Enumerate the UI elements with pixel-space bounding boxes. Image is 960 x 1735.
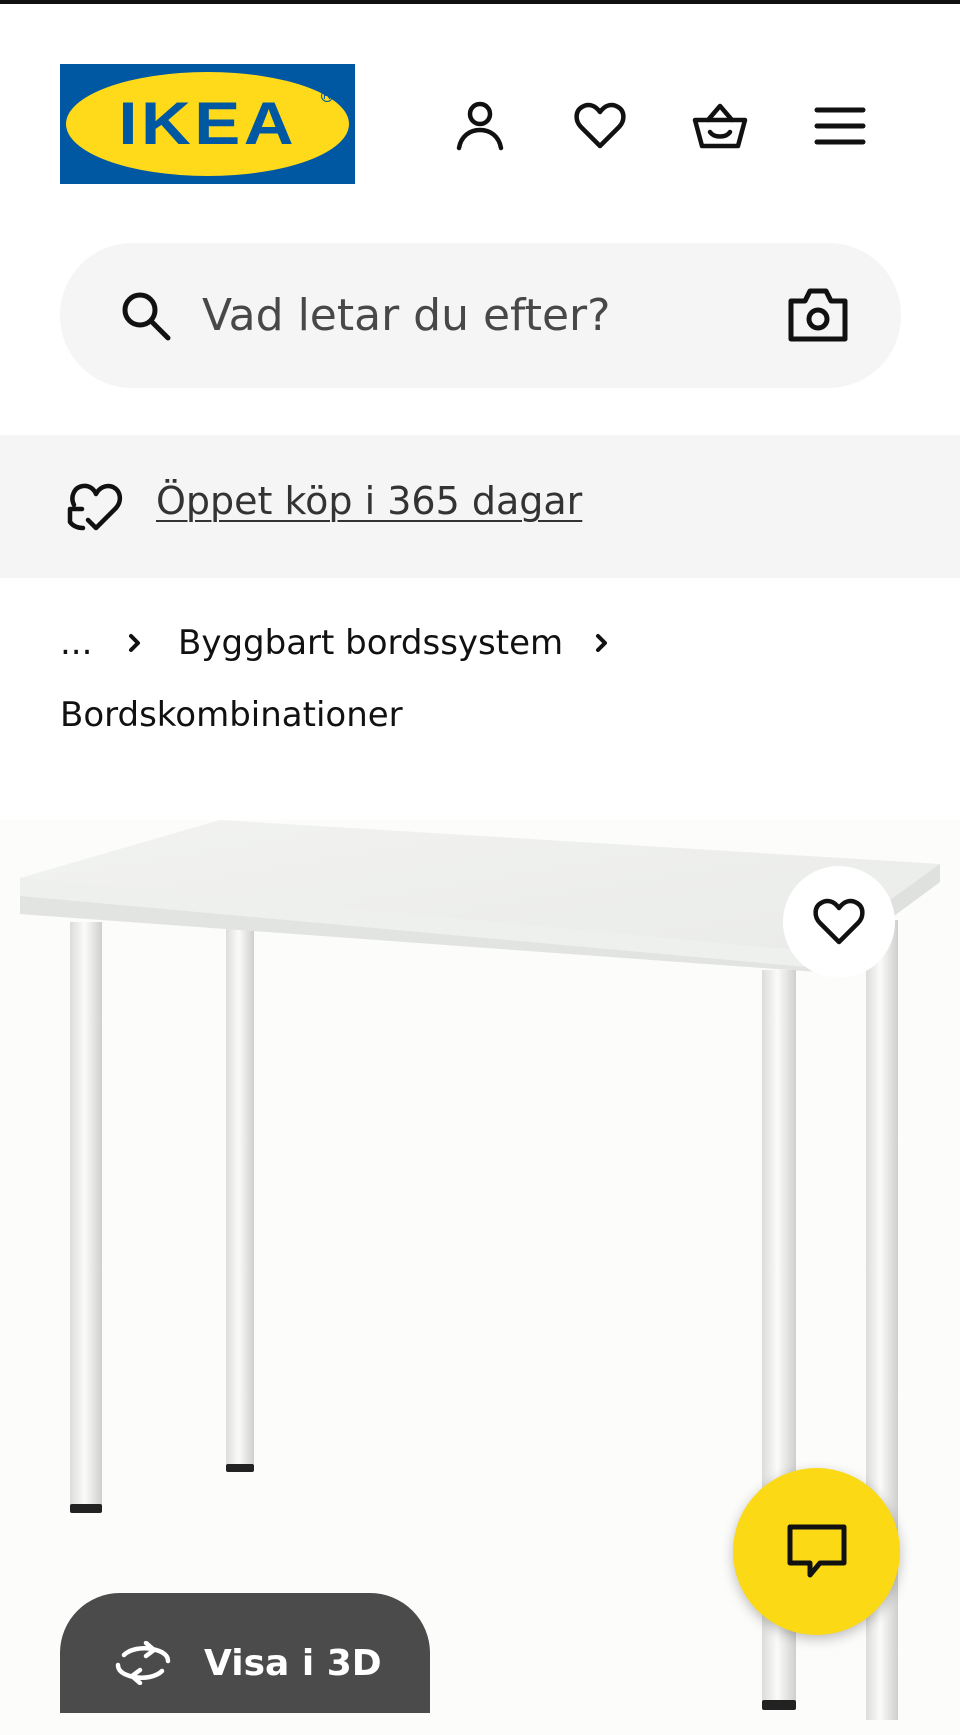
camera-icon[interactable] — [787, 285, 849, 345]
open-purchase-link[interactable]: Öppet köp i 365 dagar — [156, 479, 582, 523]
chevron-right-icon — [596, 634, 608, 652]
chevron-right-icon — [129, 634, 140, 652]
rotate-3d-icon — [115, 1641, 171, 1685]
user-icon[interactable] — [448, 94, 512, 158]
search-bar[interactable] — [60, 243, 901, 388]
heart-return-icon — [67, 483, 123, 531]
favourite-button[interactable] — [783, 866, 895, 978]
breadcrumb-item-byggbart[interactable]: Byggbart bordssystem — [178, 623, 563, 663]
logo-text: IKEA — [118, 90, 297, 157]
menu-icon[interactable] — [808, 94, 872, 158]
breadcrumb-row: ... Byggbart bordssystem — [60, 618, 645, 668]
logo-oval: IKEA — [66, 72, 349, 176]
ikea-logo[interactable]: IKEA R — [60, 64, 355, 184]
search-icon[interactable] — [118, 288, 174, 344]
chat-button[interactable] — [733, 1468, 900, 1635]
breadcrumb-item-bordskombinationer[interactable]: Bordskombinationer — [60, 690, 403, 740]
view-3d-label: Visa i 3D — [204, 1642, 382, 1684]
registered-mark: R — [321, 90, 333, 102]
search-input[interactable] — [202, 279, 762, 351]
page: IKEA R Vad letar du efter? Öppet köp i 3… — [0, 0, 960, 1735]
top-border — [0, 0, 960, 4]
breadcrumb-ellipsis[interactable]: ... — [60, 623, 118, 663]
view-3d-button[interactable]: Visa i 3D — [60, 1593, 430, 1713]
heart-icon[interactable] — [568, 94, 632, 158]
chat-icon — [787, 1524, 846, 1577]
basket-icon[interactable] — [688, 94, 752, 158]
promo-bar: Öppet köp i 365 dagar — [0, 435, 960, 578]
heart-icon — [813, 898, 865, 945]
